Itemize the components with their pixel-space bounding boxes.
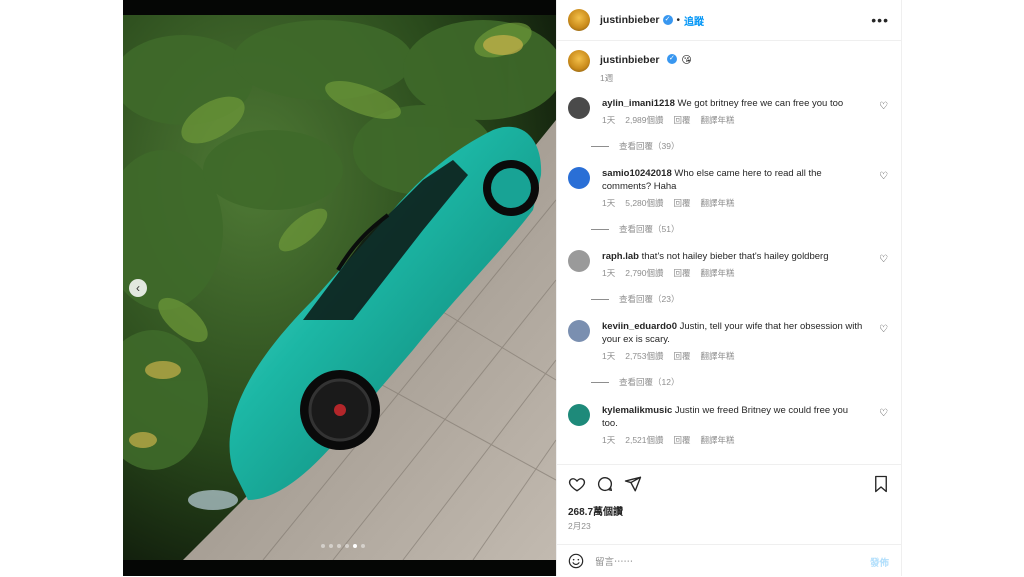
emoji-icon[interactable] [568,553,584,569]
comment-time: 1天 [602,351,616,361]
view-replies-button[interactable]: 查看回覆（51） [591,223,679,235]
comment-heart-icon[interactable]: ♡ [879,171,888,182]
carousel-dots [321,544,365,548]
carousel-dot [329,544,333,548]
view-replies-button[interactable]: 查看回覆（23） [591,293,679,305]
caption-author-avatar[interactable] [568,50,590,72]
post-header: justinbieber ✓ • 追蹤 ••• [557,0,901,41]
post-photo [123,0,556,576]
comment-likes[interactable]: 2,989個讚 [625,114,663,127]
translate-button[interactable]: 翻譯年糕 [701,434,735,447]
comment-username[interactable]: kylemalikmusic [602,405,672,416]
post-actions: 268.7萬個讚 2月23 [557,464,901,545]
bookmark-icon[interactable] [873,475,889,493]
comment-time: 1天 [602,198,616,208]
comment-text: We got britney free we can free you too [677,98,844,109]
post-like-count[interactable]: 268.7萬個讚 [568,503,623,518]
caption-timestamp: 1週 [600,73,614,83]
comment-username[interactable]: aylin_imani1218 [602,98,675,109]
comment-heart-icon[interactable]: ♡ [879,324,888,335]
comment-likes[interactable]: 2,521個讚 [625,434,663,447]
author-username[interactable]: justinbieber [600,14,660,26]
carousel-dot [345,544,349,548]
comment-heart-icon[interactable]: ♡ [879,408,888,419]
reply-button[interactable]: 回覆 [674,434,691,447]
caption-text: 😘 [681,55,692,66]
commenter-avatar[interactable] [568,250,590,272]
car-photo-image [123,0,556,576]
caption-username[interactable]: justinbieber [600,54,660,66]
commenter-avatar[interactable] [568,97,590,119]
comment-username[interactable]: samio10242018 [602,168,672,179]
comment-icon[interactable] [596,475,614,493]
comment-input[interactable] [593,551,837,573]
comment-heart-icon[interactable]: ♡ [879,101,888,112]
verified-badge-icon: ✓ [662,15,673,25]
post-caption: justinbieber ✓ 😘 1週 [568,50,692,84]
carousel-dot [321,544,325,548]
translate-button[interactable]: 翻譯年糕 [701,350,735,363]
post-side-panel: justinbieber ✓ • 追蹤 ••• justinbieber ✓ 😘… [556,0,902,576]
commenter-avatar[interactable] [568,404,590,426]
author-avatar[interactable] [568,9,590,31]
commenter-avatar[interactable] [568,167,590,189]
share-icon[interactable] [624,475,642,493]
comment-likes[interactable]: 2,790個讚 [625,267,663,280]
reply-button[interactable]: 回覆 [674,114,691,127]
translate-button[interactable]: 翻譯年糕 [701,197,735,210]
chevron-left-icon: ‹ [136,281,140,295]
separator-dot: • [676,14,681,26]
post-date: 2月23 [568,521,591,531]
carousel-dot [337,544,341,548]
comment-time: 1天 [602,435,616,445]
comment-username[interactable]: keviin_eduardo0 [602,321,677,332]
comments-list[interactable]: justinbieber ✓ 😘 1週 aylin_imani1218 We g… [557,40,901,464]
reply-button[interactable]: 回覆 [674,350,691,363]
translate-button[interactable]: 翻譯年糕 [701,267,735,280]
post-comment-button[interactable]: 發佈 [870,555,889,569]
comment-likes[interactable]: 2,753個讚 [625,350,663,363]
comment-time: 1天 [602,115,616,125]
view-replies-button[interactable]: 查看回覆（39） [591,140,679,152]
commenter-avatar[interactable] [568,320,590,342]
reply-button[interactable]: 回覆 [674,197,691,210]
carousel-dot [361,544,365,548]
carousel-dot-active [353,544,357,548]
comment-likes[interactable]: 5,280個讚 [625,197,663,210]
add-comment-bar: 發佈 [557,544,901,577]
follow-button[interactable]: 追蹤 [684,13,704,28]
heart-icon[interactable] [568,475,586,493]
comment-time: 1天 [602,268,616,278]
translate-button[interactable]: 翻譯年糕 [701,114,735,127]
comment-heart-icon[interactable]: ♡ [879,254,888,265]
view-replies-button[interactable]: 查看回覆（12） [591,376,679,388]
comment-text: that's not hailey bieber that's hailey g… [641,251,829,262]
comment-username[interactable]: raph.lab [602,251,639,262]
reply-button[interactable]: 回覆 [674,267,691,280]
verified-badge-icon: ✓ [666,53,677,64]
carousel-prev-button[interactable]: ‹ [129,279,147,297]
more-options-icon[interactable]: ••• [871,12,889,28]
